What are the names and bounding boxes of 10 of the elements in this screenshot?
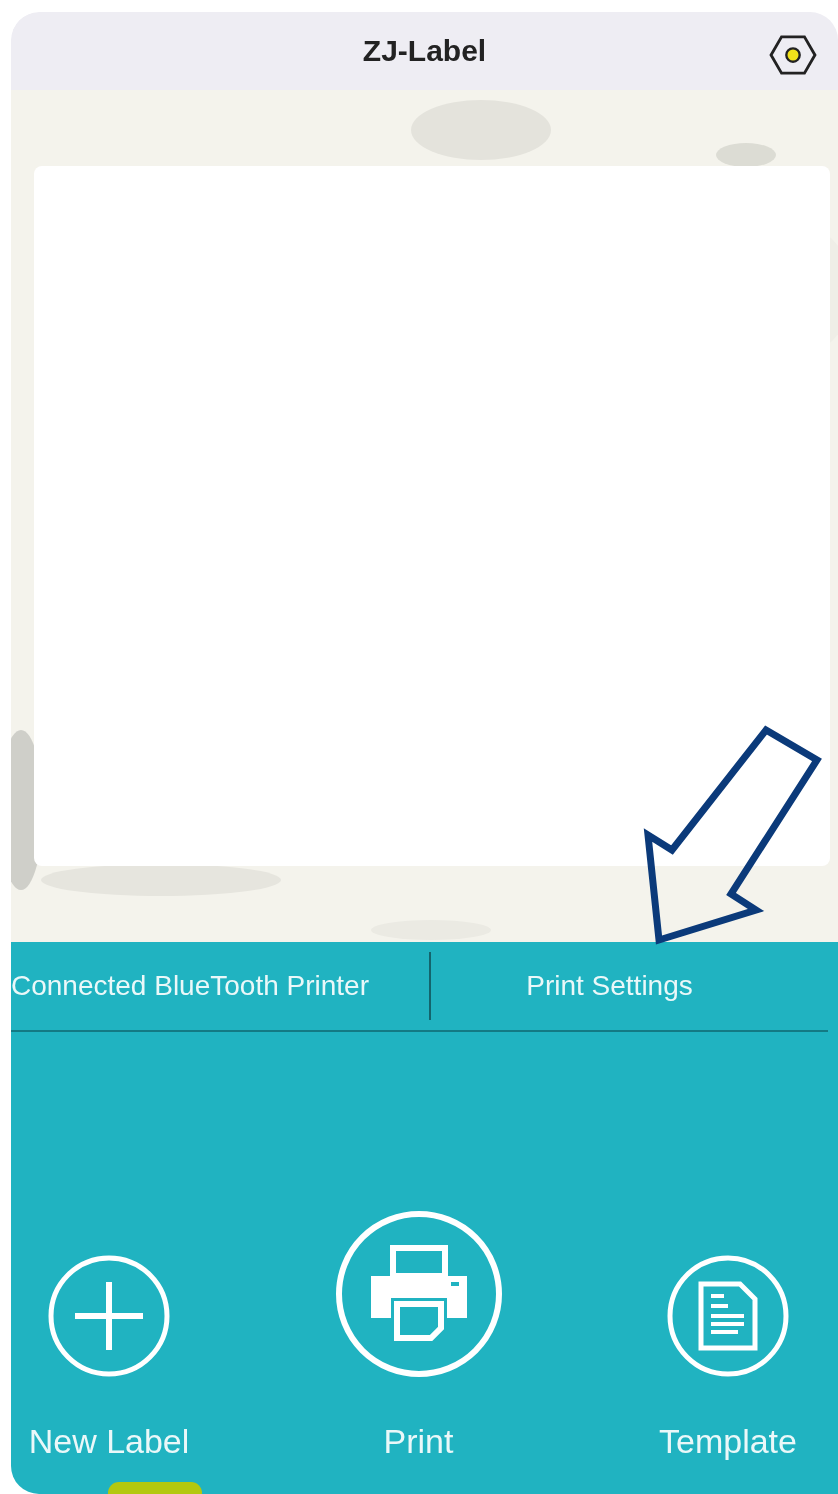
printer-link[interactable]: Connected BlueTooth Printer [11, 970, 429, 1002]
action-label[interactable]: Print [383, 1422, 454, 1461]
print-settings-link[interactable]: Print Settings [431, 970, 828, 1002]
plus-icon[interactable] [47, 1254, 171, 1378]
action-label[interactable]: Template [659, 1422, 797, 1461]
settings-icon[interactable] [768, 34, 818, 76]
app-title: ZJ-Label [362, 34, 487, 68]
printer-icon[interactable] [334, 1210, 503, 1378]
action-label[interactable]: New Label [28, 1422, 190, 1461]
document-icon[interactable] [666, 1254, 790, 1378]
